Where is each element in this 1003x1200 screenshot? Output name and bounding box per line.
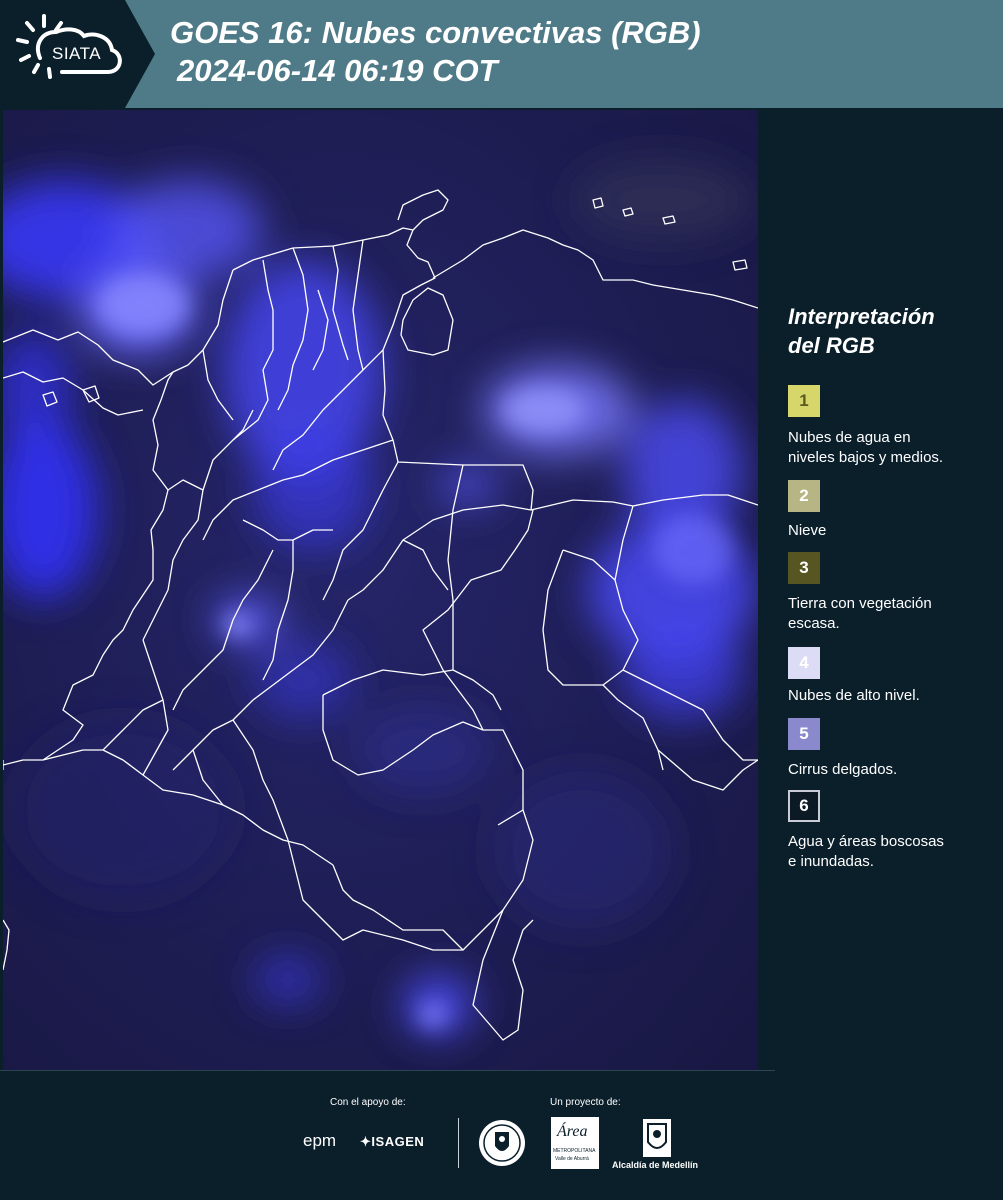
isagen-logo: ✦ISAGEN [360, 1134, 425, 1149]
medellin-seal-icon [479, 1120, 525, 1166]
legend-label-5: Cirrus delgados. [788, 761, 898, 778]
logo-wordmark: SIATA [52, 44, 102, 63]
legend-title: Interpretación del RGB [788, 304, 935, 358]
legend-swatch-3: 3 [788, 552, 820, 584]
project-label: Un proyecto de: [550, 1097, 621, 1108]
legend-swatch-4: 4 [788, 647, 820, 679]
header-bar: SIATA GOES 16: Nubes convectivas (RGB) 2… [0, 0, 1003, 108]
footer-divider [0, 1070, 775, 1071]
page-timestamp: 2024-06-14 06:19 COT [177, 53, 498, 88]
legend-label-2: Nieve [788, 522, 827, 539]
epm-logo: epm [303, 1131, 337, 1150]
footer-separator [458, 1118, 459, 1168]
page-title: GOES 16: Nubes convectivas (RGB) [170, 15, 701, 50]
legend-label-6: Agua y áreas boscosas e inundadas. [788, 833, 944, 870]
siata-logo: SIATA [0, 0, 155, 108]
legend-label-3: Tierra con vegetación escasa. [788, 595, 932, 632]
legend-swatch-6: 6 [788, 790, 820, 822]
area-metropolitana-logo: Área METROPOLITANA Valle de Aburrá [551, 1117, 599, 1169]
legend-swatch-2: 2 [788, 480, 820, 512]
legend-label-4: Nubes de alto nivel. [788, 687, 920, 704]
legend-swatch-5: 5 [788, 718, 820, 750]
satellite-map [3, 110, 758, 1070]
legend-swatch-1: 1 [788, 385, 820, 417]
support-label: Con el apoyo de: [330, 1097, 406, 1108]
alcaldia-shield-icon [643, 1119, 671, 1157]
alcaldia-label: Alcaldía de Medellín [612, 1160, 699, 1170]
legend-label-1: Nubes de agua en niveles bajos y medios. [788, 429, 944, 466]
isagen-mark-icon: ✦ [360, 1134, 372, 1149]
